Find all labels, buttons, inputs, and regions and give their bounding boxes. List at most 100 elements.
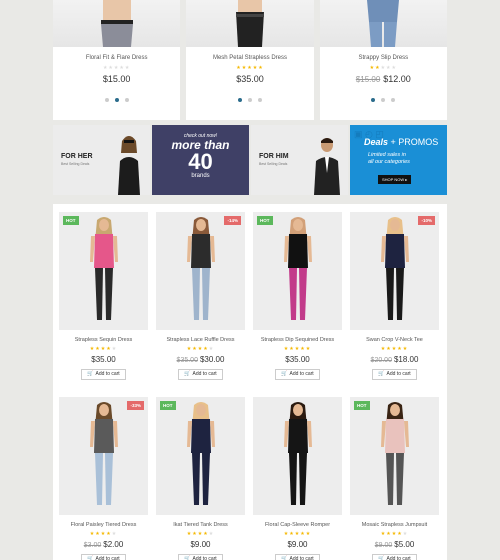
carousel-dot[interactable]	[114, 98, 119, 102]
current-price: $35.00	[91, 355, 116, 364]
add-to-cart-button[interactable]: 🛒 Add to cart	[81, 369, 126, 380]
product-card[interactable]: HOT Ikat Tiered Tank Dress ★★★★★ $9.00 🛒…	[156, 397, 245, 560]
cart-icon: 🛒	[281, 371, 288, 377]
model-photo	[380, 217, 409, 320]
add-to-cart-button[interactable]: 🛒 Add to cart	[275, 554, 320, 560]
carousel-dot[interactable]	[124, 98, 129, 102]
product-price: $20.00 $18.00	[350, 355, 439, 364]
old-price: $15.00	[355, 75, 381, 84]
carousel-dot[interactable]	[247, 98, 252, 102]
add-to-cart-label: Add to cart	[95, 556, 120, 560]
product-name[interactable]: Mosaic Strapless Jumpsuit	[350, 522, 439, 528]
product-name[interactable]: Ikat Tiered Tank Dress	[156, 522, 245, 528]
add-to-cart-button[interactable]: 🛒 Add to cart	[275, 369, 320, 380]
banner-for-him[interactable]: FOR HIM Best Selling Deals	[251, 125, 348, 195]
product-image[interactable]: HOT	[253, 212, 342, 330]
product-image[interactable]	[319, 0, 447, 47]
featured-product-card[interactable]: Floral Fit & Flare Dress ★★★★★ $15.00	[53, 0, 181, 120]
shop-now-button[interactable]: SHOP NOW ▸	[378, 175, 412, 184]
banner-more-count: 40	[188, 149, 213, 174]
featured-product-card[interactable]: Mesh Petal Strapless Dress ★★★★★ $35.00	[186, 0, 314, 120]
add-to-cart-button[interactable]: 🛒 Add to cart	[178, 369, 223, 380]
rating-stars: ★★★★★	[102, 65, 131, 71]
model-photo	[380, 402, 409, 505]
rating-stars: ★★★★★	[89, 346, 118, 352]
product-card[interactable]: HOT Strapless Dip Sequined Dress ★★★★★ $…	[253, 212, 342, 380]
add-to-cart-button[interactable]: 🛒 Add to cart	[178, 554, 223, 560]
discount-badge: -33%	[127, 401, 144, 410]
current-price: $12.00	[383, 74, 411, 84]
product-price: $9.00 $5.00	[350, 540, 439, 549]
discount-badge: -10%	[418, 216, 435, 225]
add-to-cart-label: Add to cart	[289, 371, 314, 377]
banner-more-line4: brands	[191, 173, 210, 179]
product-name[interactable]: Swan Crop V-Neck Tee	[350, 337, 439, 343]
rating-stars: ★★★★★	[283, 531, 312, 537]
old-price: $20.00	[370, 357, 392, 364]
banner-more-brands[interactable]: check out now! more than 40 brands	[152, 125, 249, 195]
product-image[interactable]	[53, 0, 181, 47]
product-image[interactable]	[186, 0, 314, 47]
product-price: $9.00	[156, 540, 245, 549]
product-price: $15.00 $12.00	[320, 74, 447, 84]
product-photo	[100, 0, 133, 47]
add-to-cart-button[interactable]: 🛒 Add to cart	[372, 369, 417, 380]
hot-badge: HOT	[354, 401, 370, 410]
discount-badge: -14%	[224, 216, 241, 225]
cart-icon: 🛒	[281, 556, 288, 560]
hot-badge: HOT	[63, 216, 79, 225]
rating-stars: ★★★★★	[186, 346, 215, 352]
product-image[interactable]: -33%	[59, 397, 148, 515]
add-to-cart-label: Add to cart	[95, 371, 120, 377]
product-card[interactable]: -14% Strapless Lace Ruffle Dress ★★★★★ $…	[156, 212, 245, 380]
current-price: $15.00	[102, 74, 131, 84]
product-price: $35.00	[59, 355, 148, 364]
product-name[interactable]: Floral Fit & Flare Dress	[53, 55, 180, 61]
add-to-cart-label: Add to cart	[192, 371, 217, 377]
featured-product-card[interactable]: Strappy Slip Dress ★★★★★ $15.00 $12.00	[319, 0, 447, 120]
product-name[interactable]: Floral Paisley Tiered Dress	[59, 522, 148, 528]
product-name[interactable]: Strapless Lace Ruffle Dress	[156, 337, 245, 343]
carousel-dot[interactable]	[371, 98, 376, 102]
product-name[interactable]: Strappy Slip Dress	[320, 55, 447, 61]
product-card[interactable]: Floral Cap-Sleeve Romper ★★★★★ $9.00 🛒 Ad…	[253, 397, 342, 560]
product-image[interactable]	[253, 397, 342, 515]
product-image[interactable]: HOT	[59, 212, 148, 330]
cart-icon: 🛒	[184, 556, 191, 560]
old-price: $9.00	[374, 542, 393, 549]
woman-model-image	[118, 136, 140, 195]
product-image[interactable]: HOT	[156, 397, 245, 515]
model-photo	[89, 217, 118, 320]
current-price: $18.00	[393, 355, 419, 364]
add-to-cart-button[interactable]: 🛒 Add to cart	[372, 554, 417, 560]
add-to-cart-label: Add to cart	[192, 556, 217, 560]
product-name[interactable]: Mesh Petal Strapless Dress	[186, 55, 313, 61]
product-name[interactable]: Floral Cap-Sleeve Romper	[253, 522, 342, 528]
add-to-cart-button[interactable]: 🛒 Add to cart	[81, 554, 126, 560]
product-price: $9.00	[253, 540, 342, 549]
banner-for-her[interactable]: FOR HER Best Selling Deals	[53, 125, 150, 195]
product-name[interactable]: Strapless Dip Sequined Dress	[253, 337, 342, 343]
product-card[interactable]: -33% Floral Paisley Tiered Dress ★★★★★ $…	[59, 397, 148, 560]
carousel-dot[interactable]	[237, 98, 242, 102]
banner-him-subtitle: Best Selling Deals	[259, 162, 288, 166]
product-name[interactable]: Strapless Sequin Dress	[59, 337, 148, 343]
product-card[interactable]: -10% Swan Crop V-Neck Tee ★★★★★ $20.00 $1…	[350, 212, 439, 380]
rating-stars: ★★★★★	[186, 531, 215, 537]
product-card[interactable]: HOT Mosaic Strapless Jumpsuit ★★★★★ $9.0…	[350, 397, 439, 560]
product-image[interactable]: -10%	[350, 212, 439, 330]
product-image[interactable]: -14%	[156, 212, 245, 330]
carousel-dot[interactable]	[391, 98, 396, 102]
banner-her-title: FOR HER	[61, 153, 93, 160]
product-price: $35.00	[253, 355, 342, 364]
carousel-dot[interactable]	[381, 98, 386, 102]
carousel-dot[interactable]	[257, 98, 262, 102]
banner-him-title: FOR HIM	[259, 153, 289, 160]
product-card[interactable]: HOT Strapless Sequin Dress ★★★★★ $35.00 …	[59, 212, 148, 380]
carousel-dot[interactable]	[104, 98, 109, 102]
product-photo	[367, 0, 400, 47]
banner-deals-title: Deals + PROMOS	[364, 137, 439, 147]
product-image[interactable]: HOT	[350, 397, 439, 515]
banner-deals-promos[interactable]: ▣ ◴ ◰ Deals + PROMOS Limited sales in al…	[350, 125, 447, 195]
cart-icon: 🛒	[87, 556, 94, 560]
